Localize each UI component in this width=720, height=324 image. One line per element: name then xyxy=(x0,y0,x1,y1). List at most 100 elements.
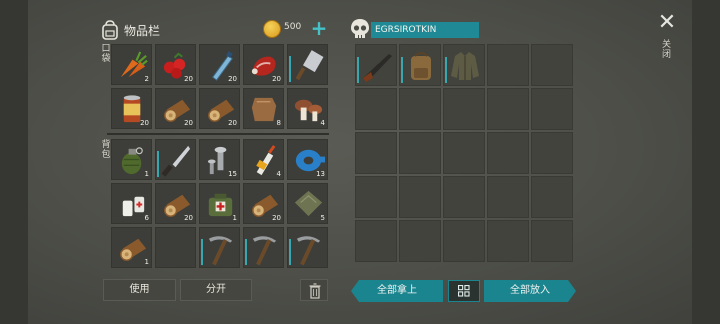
sort-button[interactable] xyxy=(448,280,480,302)
loot-slot[interactable] xyxy=(399,176,441,218)
durability-bar xyxy=(289,239,291,265)
cleaver-icon xyxy=(295,50,324,81)
split-button[interactable]: 分开 xyxy=(180,279,252,301)
loot-slot[interactable] xyxy=(399,220,441,262)
backpack-slot[interactable] xyxy=(243,227,284,268)
backpack-slot[interactable] xyxy=(287,227,328,268)
item-quantity: 4 xyxy=(320,119,325,127)
backpack-slot[interactable] xyxy=(155,139,196,180)
durability-bar xyxy=(157,151,159,177)
backpack-slot[interactable]: 1 xyxy=(111,139,152,180)
loot-slot[interactable] xyxy=(531,132,573,174)
inventory-header: 物品栏 xyxy=(100,18,160,42)
item-quantity: 20 xyxy=(228,75,237,83)
loot-slot[interactable] xyxy=(443,220,485,262)
pocket-slot[interactable] xyxy=(287,44,328,85)
backpack-slot[interactable] xyxy=(155,227,196,268)
pocket-slot[interactable]: 20 xyxy=(243,44,284,85)
backpack-slot[interactable]: 13 xyxy=(287,139,328,180)
pickaxe-icon xyxy=(208,236,233,266)
durability-bar xyxy=(201,239,203,265)
item-quantity: 15 xyxy=(228,170,237,178)
machete-icon xyxy=(161,145,191,177)
close-icon[interactable]: ✕ xyxy=(656,12,678,34)
loot-slot[interactable] xyxy=(355,44,397,86)
item-quantity: 20 xyxy=(184,75,193,83)
inventory-title: 物品栏 xyxy=(124,23,161,38)
loot-slot[interactable] xyxy=(355,88,397,130)
backpack-slot[interactable]: 6 xyxy=(111,183,152,224)
loot-slot[interactable] xyxy=(355,176,397,218)
loot-slot[interactable] xyxy=(487,88,529,130)
durability-bar xyxy=(357,57,359,83)
loot-slot[interactable] xyxy=(399,132,441,174)
item-quantity: 8 xyxy=(276,119,281,127)
add-coins-button[interactable]: + xyxy=(309,18,329,40)
durability-bar xyxy=(445,57,447,83)
durability-bar xyxy=(401,57,403,83)
loot-slot[interactable] xyxy=(399,88,441,130)
item-quantity: 20 xyxy=(228,119,237,127)
put-all-button[interactable]: 全部放入 xyxy=(484,280,576,302)
item-quantity: 1 xyxy=(144,258,149,266)
backpack-slot[interactable]: 20 xyxy=(155,183,196,224)
backpack-slot[interactable]: 5 xyxy=(287,183,328,224)
backpack-slot[interactable]: 1 xyxy=(199,183,240,224)
right-border xyxy=(692,0,720,324)
trash-button[interactable] xyxy=(300,279,328,301)
loot-slot[interactable] xyxy=(487,176,529,218)
item-quantity: 20 xyxy=(272,75,281,83)
backpack-slot[interactable] xyxy=(199,227,240,268)
take-all-button[interactable]: 全部拿上 xyxy=(351,280,443,302)
backpack-slot[interactable]: 1 xyxy=(111,227,152,268)
trash-icon xyxy=(309,283,321,299)
loot-slot[interactable] xyxy=(443,44,485,86)
item-quantity: 1 xyxy=(144,170,149,178)
pocket-slot[interactable]: 20 xyxy=(155,88,196,129)
pocket-label: 口袋 xyxy=(101,44,111,64)
backpack-icon xyxy=(411,52,431,80)
backpack-slot[interactable]: 20 xyxy=(243,183,284,224)
item-quantity: 13 xyxy=(316,170,325,178)
jacket-icon xyxy=(451,52,479,80)
loot-slot[interactable] xyxy=(531,176,573,218)
backpack-slot[interactable]: 15 xyxy=(199,139,240,180)
coin-icon xyxy=(263,20,281,38)
pocket-slot[interactable]: 4 xyxy=(287,88,328,129)
loot-slot[interactable] xyxy=(355,220,397,262)
loot-slot[interactable] xyxy=(531,44,573,86)
item-quantity: 1 xyxy=(232,214,237,222)
pocket-slot[interactable]: 20 xyxy=(199,88,240,129)
left-border xyxy=(0,0,28,324)
backpack-slot[interactable]: 4 xyxy=(243,139,284,180)
loot-slot[interactable] xyxy=(531,220,573,262)
pocket-slot[interactable]: 20 xyxy=(111,88,152,129)
loot-slot[interactable] xyxy=(487,44,529,86)
item-quantity: 5 xyxy=(320,214,325,222)
pocket-slot[interactable]: 8 xyxy=(243,88,284,129)
backpack-icon xyxy=(102,20,118,40)
item-quantity: 4 xyxy=(276,170,281,178)
item-quantity: 20 xyxy=(140,119,149,127)
pocket-slot[interactable]: 20 xyxy=(155,44,196,85)
pickaxe-icon xyxy=(252,236,277,266)
loot-slot[interactable] xyxy=(443,176,485,218)
item-quantity: 20 xyxy=(184,214,193,222)
loot-slot[interactable] xyxy=(531,88,573,130)
use-button[interactable]: 使用 xyxy=(103,279,176,301)
item-quantity: 2 xyxy=(144,75,149,83)
coin-count: 500 xyxy=(284,22,302,32)
loot-slot[interactable] xyxy=(443,88,485,130)
pocket-slot[interactable]: 20 xyxy=(199,44,240,85)
loot-slot[interactable] xyxy=(355,132,397,174)
section-divider xyxy=(107,133,329,135)
loot-slot[interactable] xyxy=(487,220,529,262)
pocket-slot[interactable]: 2 xyxy=(111,44,152,85)
loot-slot[interactable] xyxy=(443,132,485,174)
close-label[interactable]: 关闭 xyxy=(662,40,672,60)
durability-bar xyxy=(245,239,247,265)
loot-slot[interactable] xyxy=(399,44,441,86)
loot-slot[interactable] xyxy=(487,132,529,174)
game-screen: 物品栏 500 + 口袋 背包 2 20 20 20 20 20 20 8 4 1 15 4 13 6 2… xyxy=(0,0,720,324)
durability-bar xyxy=(289,56,291,82)
